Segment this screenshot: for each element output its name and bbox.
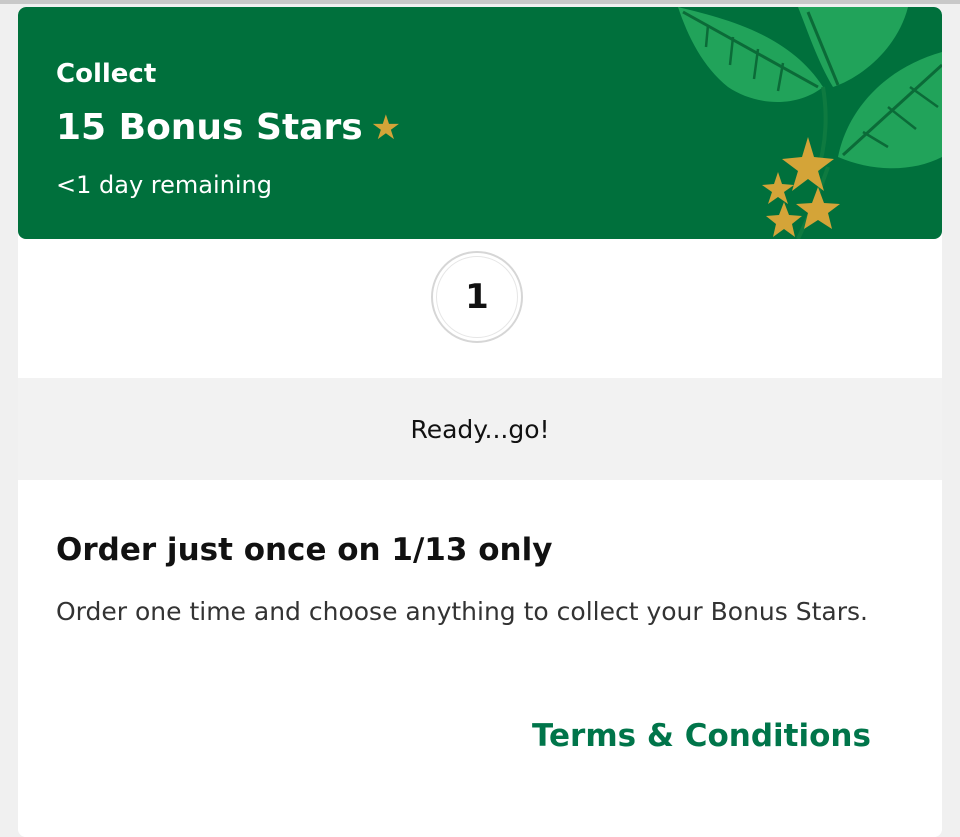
coffee-leaves-stars-icon [678,7,942,239]
offer-details: Order just once on 1/13 only Order one t… [18,480,942,837]
order-count: 1 [436,256,518,338]
offer-hero-banner: Collect 15 Bonus Stars ★ <1 day remaining [18,7,942,239]
top-divider [0,0,960,4]
order-count-ring: 1 [431,251,523,343]
terms-conditions-link[interactable]: Terms & Conditions [532,718,871,754]
time-remaining: <1 day remaining [56,171,272,199]
hero-eyebrow: Collect [56,59,157,89]
status-banner: Ready...go! [18,378,942,480]
gold-stars [762,137,840,237]
hero-title-text: 15 Bonus Stars [56,107,363,148]
star-icon: ★ [370,108,402,148]
screen: Collect 15 Bonus Stars ★ <1 day remaining [0,0,960,837]
leaf-shape-1 [678,7,823,102]
offer-description: Order one time and choose anything to co… [56,597,868,626]
bonus-offer-card: Collect 15 Bonus Stars ★ <1 day remaining [18,7,942,837]
status-text: Ready...go! [410,414,550,444]
order-counter-section: 1 [18,239,942,378]
leaf-shape-2 [798,7,908,87]
hero-title: 15 Bonus Stars ★ [56,107,401,148]
offer-heading: Order just once on 1/13 only [56,532,553,568]
